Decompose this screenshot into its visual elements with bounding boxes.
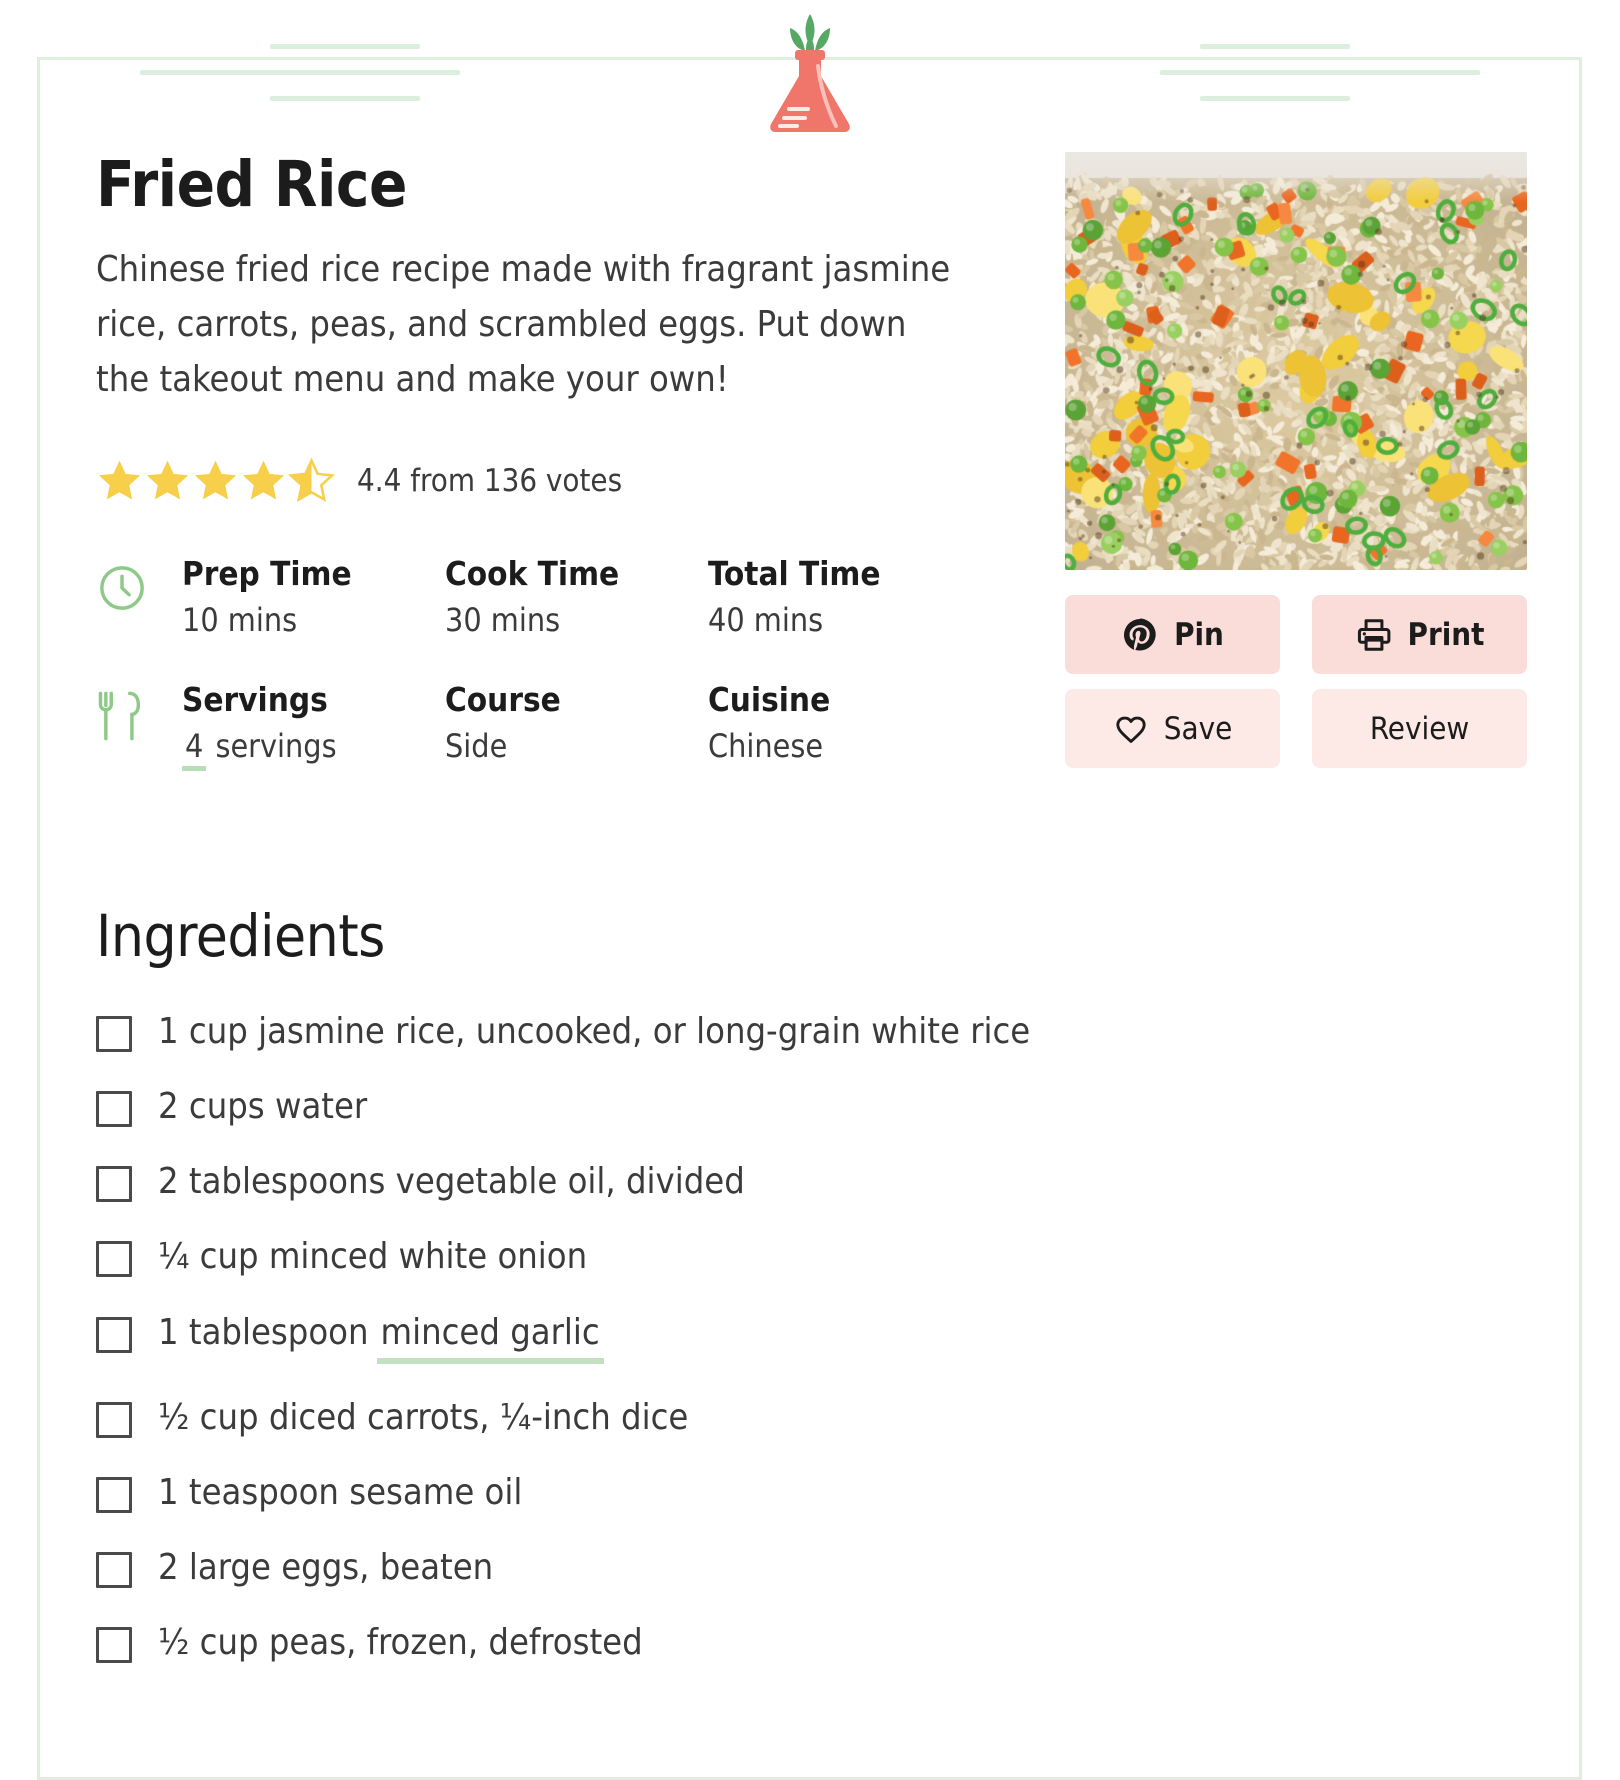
pin-button[interactable]: Pin <box>1065 595 1280 674</box>
star-filled-icon[interactable] <box>96 457 143 504</box>
ingredient-text: ¼ cup minced white onion <box>158 1236 588 1278</box>
page-title: Fried Rice <box>96 148 407 221</box>
ingredient-checkbox[interactable] <box>96 1241 132 1278</box>
ingredient-text: 1 tablespoon minced garlic <box>158 1311 604 1364</box>
list-item: 2 tablespoons vegetable oil, divided <box>96 1160 1523 1203</box>
recipe-photo <box>1065 152 1527 570</box>
ingredient-text: 2 cups water <box>158 1086 368 1128</box>
save-button-label: Save <box>1163 710 1233 747</box>
star-filled-icon[interactable] <box>144 457 191 504</box>
star-filled-icon[interactable] <box>192 457 239 504</box>
meta-cook-time: Cook Time 30 mins <box>445 552 708 642</box>
star-filled-icon[interactable] <box>240 457 287 504</box>
ingredient-text: 1 teaspoon sesame oil <box>158 1471 523 1513</box>
ingredient-text: 2 large eggs, beaten <box>158 1547 494 1589</box>
ingredient-link[interactable]: minced garlic <box>376 1311 604 1364</box>
ingredient-checkbox[interactable] <box>96 1552 132 1589</box>
clock-icon <box>96 552 182 618</box>
ingredients-section: Ingredients 1 cup jasmine rice, uncooked… <box>40 902 1579 1665</box>
ingredient-text: 1 cup jasmine rice, uncooked, or long-gr… <box>158 1010 1031 1052</box>
save-button[interactable]: Save <box>1065 689 1280 768</box>
star-half-icon[interactable] <box>288 457 335 504</box>
meta-value: 4 servings <box>182 725 445 771</box>
ingredient-checkbox[interactable] <box>96 1091 132 1128</box>
ingredient-checkbox[interactable] <box>96 1166 132 1203</box>
ingredient-checkbox[interactable] <box>96 1015 132 1052</box>
list-item: 2 large eggs, beaten <box>96 1546 1523 1589</box>
meta-label: Total Time <box>708 554 881 594</box>
list-item: 1 cup jasmine rice, uncooked, or long-gr… <box>96 1010 1523 1053</box>
recipe-card: Fried Rice Chinese fried rice recipe mad… <box>37 57 1582 1780</box>
ingredient-checkbox[interactable] <box>96 1316 132 1353</box>
meta-value: Chinese <box>708 726 824 765</box>
review-button[interactable]: Review <box>1312 689 1527 768</box>
pin-button-label: Pin <box>1174 616 1224 653</box>
servings-stepper[interactable]: 4 <box>182 726 207 771</box>
meta-value: 40 mins <box>708 600 824 639</box>
list-item: 1 tablespoon minced garlic <box>96 1311 1523 1364</box>
ingredient-text: 2 tablespoons vegetable oil, divided <box>158 1161 745 1203</box>
meta-value: Side <box>445 726 508 765</box>
fork-knife-icon <box>96 678 182 748</box>
rating-summary: 4.4 from 136 votes <box>357 462 623 499</box>
list-item: ½ cup peas, frozen, defrosted <box>96 1621 1523 1664</box>
print-button[interactable]: Print <box>1312 595 1527 674</box>
meta-row-times: Prep Time 10 mins Cook Time 30 mins Tota… <box>96 552 1041 642</box>
meta-prep-time: Prep Time 10 mins <box>182 552 445 642</box>
list-item: 1 teaspoon sesame oil <box>96 1471 1523 1514</box>
ingredient-quantity: 1 tablespoon <box>158 1311 369 1353</box>
star-rating[interactable] <box>96 457 335 504</box>
servings-unit: servings <box>215 726 337 765</box>
meta-label: Course <box>445 680 561 720</box>
list-item: ½ cup diced carrots, ¼-inch dice <box>96 1396 1523 1439</box>
meta-servings: Servings 4 servings <box>182 678 445 771</box>
recipe-description: Chinese fried rice recipe made with frag… <box>96 249 951 401</box>
recipe-meta: Prep Time 10 mins Cook Time 30 mins Tota… <box>96 552 1041 771</box>
ingredient-text: ½ cup peas, frozen, defrosted <box>158 1622 643 1664</box>
print-button-label: Print <box>1407 616 1485 653</box>
ingredient-checkbox[interactable] <box>96 1401 132 1438</box>
ingredient-checkbox[interactable] <box>96 1476 132 1513</box>
ingredient-checkbox[interactable] <box>96 1627 132 1664</box>
meta-value: 10 mins <box>182 600 298 639</box>
recipe-header: Fried Rice Chinese fried rice recipe mad… <box>40 148 1579 804</box>
rating-row: 4.4 from 136 votes <box>96 457 1041 504</box>
ingredients-list: 1 cup jasmine rice, uncooked, or long-gr… <box>96 1010 1523 1665</box>
list-item: ¼ cup minced white onion <box>96 1235 1523 1278</box>
meta-label: Cook Time <box>445 554 620 594</box>
meta-label: Cuisine <box>708 680 831 720</box>
printer-icon <box>1355 616 1393 654</box>
meta-value: 30 mins <box>445 600 561 639</box>
recipe-header-left: Fried Rice Chinese fried rice recipe mad… <box>96 148 1065 804</box>
meta-cuisine: Cuisine Chinese <box>708 678 971 768</box>
heart-icon <box>1113 711 1149 747</box>
action-buttons: Pin Print Save Review <box>1065 595 1527 768</box>
meta-label: Servings <box>182 680 328 720</box>
meta-total-time: Total Time 40 mins <box>708 552 971 642</box>
pinterest-icon <box>1121 616 1159 654</box>
recipe-header-right: Pin Print Save Review <box>1065 152 1527 768</box>
review-button-label: Review <box>1369 710 1470 747</box>
ingredient-text: ½ cup diced carrots, ¼-inch dice <box>158 1396 689 1438</box>
list-item: 2 cups water <box>96 1085 1523 1128</box>
ingredients-heading: Ingredients <box>96 901 385 970</box>
meta-label: Prep Time <box>182 554 352 594</box>
meta-row-details: Servings 4 servings Course Side Cuisine … <box>96 678 1041 771</box>
meta-course: Course Side <box>445 678 708 768</box>
